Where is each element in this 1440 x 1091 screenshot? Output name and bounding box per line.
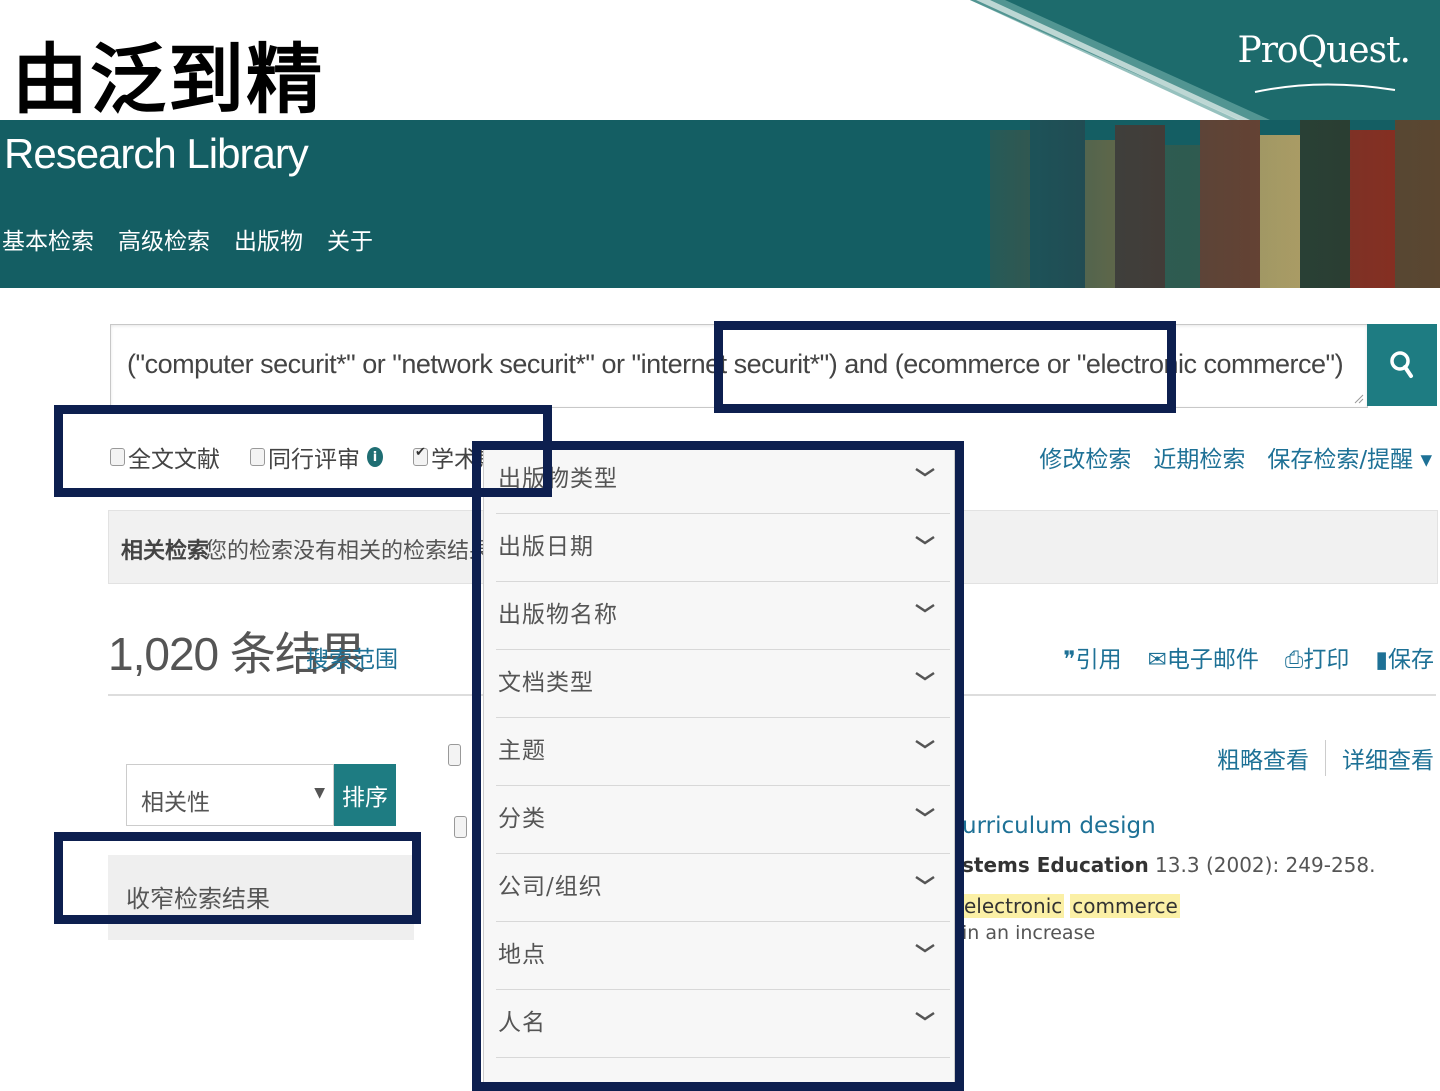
print-icon: ⎙ — [1284, 647, 1304, 673]
save-button[interactable]: ▮保存 — [1375, 640, 1434, 674]
nav-advanced-search[interactable]: 高级检索 — [118, 222, 210, 256]
search-scope-link[interactable]: 搜索范围 — [306, 640, 398, 674]
divider — [1325, 740, 1326, 776]
slide-title: 由泛到精 — [12, 35, 324, 124]
sort-select[interactable]: 相关性 ▼ — [126, 764, 334, 826]
highlight-term: commerce — [1070, 894, 1180, 918]
annotation-box-query — [714, 321, 1176, 413]
dropdown-arrow-icon: ▼ — [314, 785, 325, 801]
nav-publications[interactable]: 出版物 — [234, 222, 303, 256]
detailed-view-link[interactable]: 详细查看 — [1342, 741, 1434, 775]
save-icon: ▮ — [1375, 647, 1388, 673]
result-checkbox[interactable] — [454, 816, 467, 838]
search-icon — [1390, 351, 1413, 378]
annotation-box-facets — [472, 441, 964, 1091]
search-button[interactable] — [1367, 324, 1437, 406]
quote-icon: ❞ — [1063, 647, 1076, 673]
recent-searches-link[interactable]: 近期检索 — [1153, 440, 1245, 474]
email-icon: ✉ — [1147, 647, 1167, 673]
email-button[interactable]: ✉电子邮件 — [1148, 640, 1259, 674]
result-title-link[interactable]: urriculum design — [962, 813, 1156, 839]
select-all-checkbox[interactable] — [448, 744, 461, 766]
result-source: stems Education 13.3 (2002): 249-258. — [962, 853, 1375, 877]
proquest-swoosh-icon — [1254, 83, 1396, 93]
result-snippet: in an increase — [962, 922, 1096, 944]
result-source-details: 13.3 (2002): 249-258. — [1148, 853, 1376, 877]
print-button[interactable]: ⎙打印 — [1285, 640, 1349, 674]
related-searches-text: 您的检索没有相关的检索结果。 — [205, 539, 514, 564]
nav-basic-search[interactable]: 基本检索 — [2, 222, 94, 256]
search-links: 修改检索 近期检索 保存检索/提醒 ▾ — [1039, 440, 1432, 474]
brief-view-link[interactable]: 粗略查看 — [1217, 741, 1309, 775]
nav-about[interactable]: 关于 — [327, 222, 373, 256]
research-library-banner: Research Library 基本检索 高级检索 出版物 关于 — [0, 120, 1440, 288]
print-label: 打印 — [1303, 647, 1350, 673]
cite-label: 引用 — [1075, 647, 1122, 673]
view-toggle: 粗略查看 详细查看 — [1217, 740, 1434, 776]
annotation-box-narrow — [54, 832, 421, 924]
result-source-name: stems Education — [962, 853, 1149, 877]
save-label: 保存 — [1388, 647, 1434, 673]
cite-button[interactable]: ❞引用 — [1063, 640, 1121, 674]
books-image — [930, 120, 1440, 288]
results-actions: ❞引用 ✉电子邮件 ⎙打印 ▮保存 — [1063, 640, 1434, 674]
sort-selected-value: 相关性 — [141, 790, 210, 816]
proquest-logo: ProQuest. — [1237, 30, 1411, 71]
sort-button[interactable]: 排序 — [334, 764, 396, 826]
banner-title: Research Library — [4, 130, 309, 177]
banner-nav: 基本检索 高级检索 出版物 关于 — [2, 222, 373, 256]
result-highlights: electronic commerce — [962, 894, 1180, 918]
email-label: 电子邮件 — [1166, 647, 1259, 673]
resize-handle-icon[interactable] — [1354, 394, 1364, 404]
related-searches-label: 相关检索 — [121, 539, 210, 564]
highlight-term: electronic — [962, 894, 1065, 918]
modify-search-link[interactable]: 修改检索 — [1039, 440, 1131, 474]
save-search-alert-link[interactable]: 保存检索/提醒 ▾ — [1267, 440, 1432, 474]
